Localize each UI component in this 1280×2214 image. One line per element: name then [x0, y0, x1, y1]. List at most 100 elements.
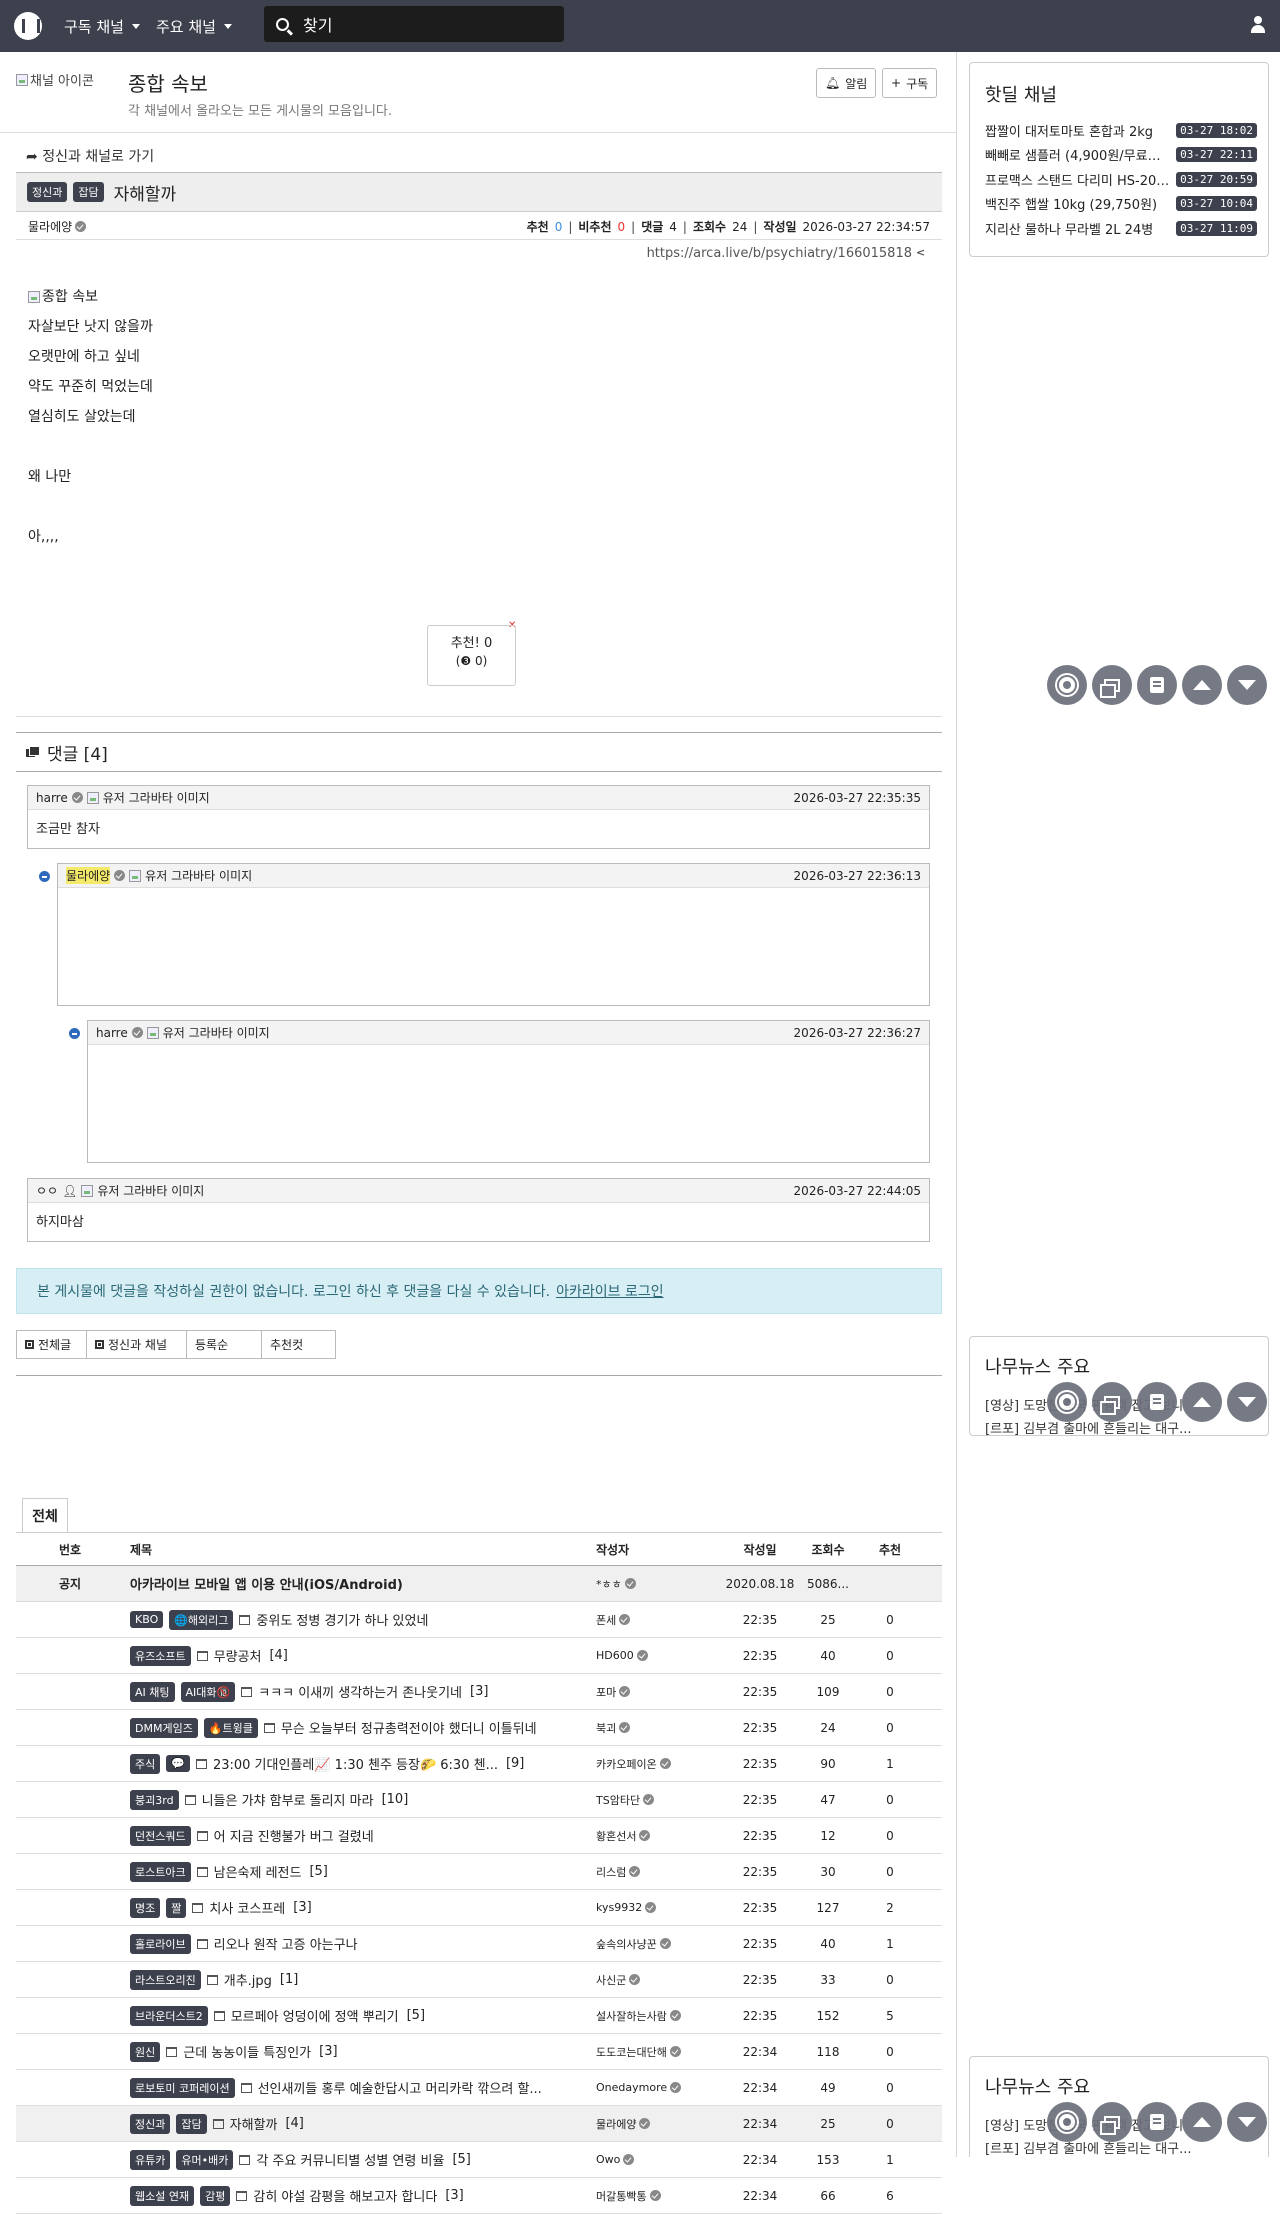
category-badge[interactable]: 붕괴3rd	[130, 1789, 179, 1810]
row-author[interactable]: 폰세	[596, 1612, 724, 1628]
comment-author[interactable]: harre	[36, 791, 68, 805]
main-channels-dropdown[interactable]: 주요 채널	[156, 16, 232, 37]
tab-all[interactable]: 전체	[22, 1498, 68, 1532]
row-author[interactable]: kys9932	[596, 1901, 724, 1914]
category-badge[interactable]: 잡담	[176, 2113, 207, 2134]
alarm-button[interactable]: 🔔︎ 알림	[816, 68, 877, 98]
list-item[interactable]: 정신과 잡담 자해할까 [4] 물라에양 22:34 25 0	[16, 2106, 942, 2142]
hotdeal-item[interactable]: 프로맥스 스탠드 다리미 HS-2000 03-27 20:59	[985, 170, 1257, 189]
row-author[interactable]: 도도코는대단해	[596, 2044, 724, 2060]
list-item[interactable]: 유튜카 유머•배카 각 주요 커뮤니티별 성별 연령 비율 [5] Owo 22:34 15…	[16, 2142, 942, 2178]
list-item[interactable]: KBO 🌐해외리그 중위도 정병 경기가 하나 있었네 폰세 22:35 25 0	[16, 1602, 942, 1638]
board-title[interactable]: 종합 속보	[128, 68, 208, 97]
row-title[interactable]: 감히 야설 감평을 해보고자 합니다	[253, 2186, 437, 2205]
row-title-cell[interactable]: DMM게임즈 🔥트윙클 무슨 오늘부터 정규총력전이야 했더니 이틀뒤네	[124, 1717, 596, 1738]
settings-button[interactable]	[1047, 665, 1087, 705]
row-author[interactable]: *ㅎㅎ	[596, 1576, 724, 1592]
row-title[interactable]: 치사 코스프레	[209, 1898, 285, 1917]
row-title[interactable]: 어 지금 진행불가 버그 걸렸네	[214, 1826, 374, 1845]
category-badge[interactable]: 짤	[166, 1897, 187, 1918]
comment-author[interactable]: harre	[96, 1026, 128, 1040]
row-title-cell[interactable]: 정신과 잡담 자해할까 [4]	[124, 2113, 596, 2134]
sort-registered[interactable]: 등록순	[186, 1330, 262, 1359]
preview-button[interactable]	[1092, 2102, 1132, 2142]
post-badge[interactable]: 잡담	[73, 182, 104, 202]
row-title-cell[interactable]: 명조 짤 치사 코스프레 [3]	[124, 1897, 596, 1918]
row-title[interactable]: 근데 농농이들 특징인가	[183, 2042, 311, 2061]
comment-author[interactable]: 물라에양	[66, 867, 111, 884]
row-title[interactable]: 남은숙제 레전드	[214, 1862, 302, 1881]
row-title-cell[interactable]: 던전스쿼드 어 지금 진행불가 버그 걸렸네	[124, 1825, 596, 1846]
user-icon[interactable]	[1250, 16, 1266, 34]
list-item[interactable]: 붕괴3rd 니들은 가챠 함부로 돌리지 마라 [10] TS암타단 22:35 47 0	[16, 1782, 942, 1818]
category-badge[interactable]: 홀로라이브	[130, 1933, 191, 1954]
category-badge[interactable]: AI 채팅	[130, 1681, 175, 1702]
scroll-up-button[interactable]	[1182, 2102, 1222, 2142]
category-badge[interactable]: 원신	[130, 2041, 161, 2062]
row-title-cell[interactable]: 주식 💬 23:00 기대인플레📈 1:30 첸주 등장🌮 6:30 첸... [9]	[124, 1753, 596, 1774]
list-item[interactable]: 브라운더스트2 모르페아 엉덩이에 정액 뿌리기 [5] 설사잘하는사람 22:35 15…	[16, 1998, 942, 2034]
list-item[interactable]: 명조 짤 치사 코스프레 [3] kys9932 22:35 127 2	[16, 1890, 942, 1926]
row-title[interactable]: 선인새끼들 홍루 예술한답시고 머리카락 깎으려 할...	[258, 2078, 542, 2097]
row-title[interactable]: 23:00 기대인플레📈 1:30 첸주 등장🌮 6:30 첸...	[213, 1754, 498, 1773]
category-badge[interactable]: 🌐해외리그	[169, 1609, 234, 1630]
post-badge[interactable]: 정신과	[27, 182, 68, 202]
category-badge[interactable]: 유튜카	[130, 2149, 171, 2170]
row-title-cell[interactable]: AI 채팅 AI대화🔞 ㅋㅋㅋ 이새끼 생각하는거 존나웃기네 [3]	[124, 1681, 596, 1702]
namunews-title[interactable]: 나무뉴스 주요	[985, 2073, 1090, 2099]
row-author[interactable]: 북괴	[596, 1720, 724, 1736]
row-author[interactable]: 리스럼	[596, 1864, 724, 1880]
row-title[interactable]: 각 주요 커뮤니티별 성별 연령 비율	[256, 2150, 444, 2169]
scroll-down-button[interactable]	[1227, 665, 1267, 705]
category-badge[interactable]: 로스트아크	[130, 1861, 191, 1882]
category-badge[interactable]: 💬	[166, 1755, 190, 1772]
row-title-cell[interactable]: 라스트오리진 개추.jpg [1]	[124, 1969, 596, 1990]
list-item[interactable]: 로스트아크 남은숙제 레전드 [5] 리스럼 22:35 30 0	[16, 1854, 942, 1890]
list-button[interactable]	[1137, 665, 1177, 705]
post-author[interactable]: 물라에양	[28, 218, 87, 235]
row-title[interactable]: 모르페아 엉덩이에 정액 뿌리기	[231, 2006, 399, 2025]
row-title-cell[interactable]: 붕괴3rd 니들은 가챠 함부로 돌리지 마라 [10]	[124, 1789, 596, 1810]
row-author[interactable]: 포마	[596, 1684, 724, 1700]
category-badge[interactable]: 주식	[130, 1753, 161, 1774]
row-author[interactable]: 머갈통빡통	[596, 2188, 724, 2204]
search-input[interactable]: 찾기	[264, 6, 564, 42]
filter-all-posts[interactable]: 전체글	[16, 1330, 87, 1359]
list-item[interactable]: DMM게임즈 🔥트윙클 무슨 오늘부터 정규총력전이야 했더니 이틀뒤네 북괴 22:3…	[16, 1710, 942, 1746]
category-badge[interactable]: 로보토미 코퍼레이션	[130, 2077, 235, 2098]
category-badge[interactable]: 웹소설 연재	[130, 2185, 195, 2206]
row-title-cell[interactable]: 원신 근데 농농이들 특징인가 [3]	[124, 2041, 596, 2062]
login-link[interactable]: 아카라이브 로그인	[556, 1281, 664, 1301]
row-author[interactable]: 숲속의사냥꾼	[596, 1936, 724, 1952]
row-title-cell[interactable]: 로보토미 코퍼레이션 선인새끼들 홍루 예술한답시고 머리카락 깎으려 할...	[124, 2077, 596, 2098]
category-badge[interactable]: 유머•배카	[176, 2149, 234, 2170]
list-item[interactable]: AI 채팅 AI대화🔞 ㅋㅋㅋ 이새끼 생각하는거 존나웃기네 [3] 포마 22:35 1…	[16, 1674, 942, 1710]
category-badge[interactable]: 유즈소프트	[130, 1645, 191, 1666]
filter-rec-cut[interactable]: 추천컷	[261, 1330, 336, 1359]
list-item[interactable]: 웹소설 연재 감평 감히 야설 감평을 해보고자 합니다 [3] 머갈통빡통 22:34 6…	[16, 2178, 942, 2214]
row-author[interactable]: 사신군	[596, 1972, 724, 1988]
row-title[interactable]: 아카라이브 모바일 앱 이용 안내(iOS/Android)	[124, 1574, 596, 1593]
comment-author[interactable]: ㅇㅇ	[36, 1182, 58, 1199]
list-button[interactable]	[1137, 1382, 1177, 1422]
row-title[interactable]: 무량공처	[214, 1646, 262, 1665]
settings-button[interactable]	[1047, 2102, 1087, 2142]
row-title[interactable]: ㅋㅋㅋ 이새끼 생각하는거 존나웃기네	[258, 1682, 462, 1701]
row-title-cell[interactable]: 로스트아크 남은숙제 레전드 [5]	[124, 1861, 596, 1882]
row-title[interactable]: 중위도 정병 경기가 하나 있었네	[256, 1610, 428, 1629]
goto-channel-link[interactable]: ➦ 정신과 채널로 가기	[26, 146, 154, 166]
category-badge[interactable]: 라스트오리진	[130, 1969, 201, 1990]
row-title[interactable]: 개추.jpg	[224, 1970, 272, 1989]
scroll-up-button[interactable]	[1182, 665, 1222, 705]
list-item[interactable]: 라스트오리진 개추.jpg [1] 사신군 22:35 33 0	[16, 1962, 942, 1998]
category-badge[interactable]: DMM게임즈	[130, 1717, 198, 1738]
category-badge[interactable]: AI대화🔞	[180, 1681, 236, 1702]
subscribed-channels-dropdown[interactable]: 구독 채널	[64, 16, 140, 37]
row-author[interactable]: 물라에양	[596, 2116, 724, 2132]
hotdeal-title[interactable]: 핫딜 채널	[985, 81, 1057, 107]
preview-button[interactable]	[1092, 665, 1132, 705]
subscribe-button[interactable]: + 구독	[882, 68, 938, 98]
notice-row[interactable]: 공지 아카라이브 모바일 앱 이용 안내(iOS/Android) *ㅎㅎ 20…	[16, 1566, 942, 1602]
filter-channel[interactable]: 정신과 채널	[86, 1330, 187, 1359]
row-title-cell[interactable]: 유즈소프트 무량공처 [4]	[124, 1645, 596, 1666]
